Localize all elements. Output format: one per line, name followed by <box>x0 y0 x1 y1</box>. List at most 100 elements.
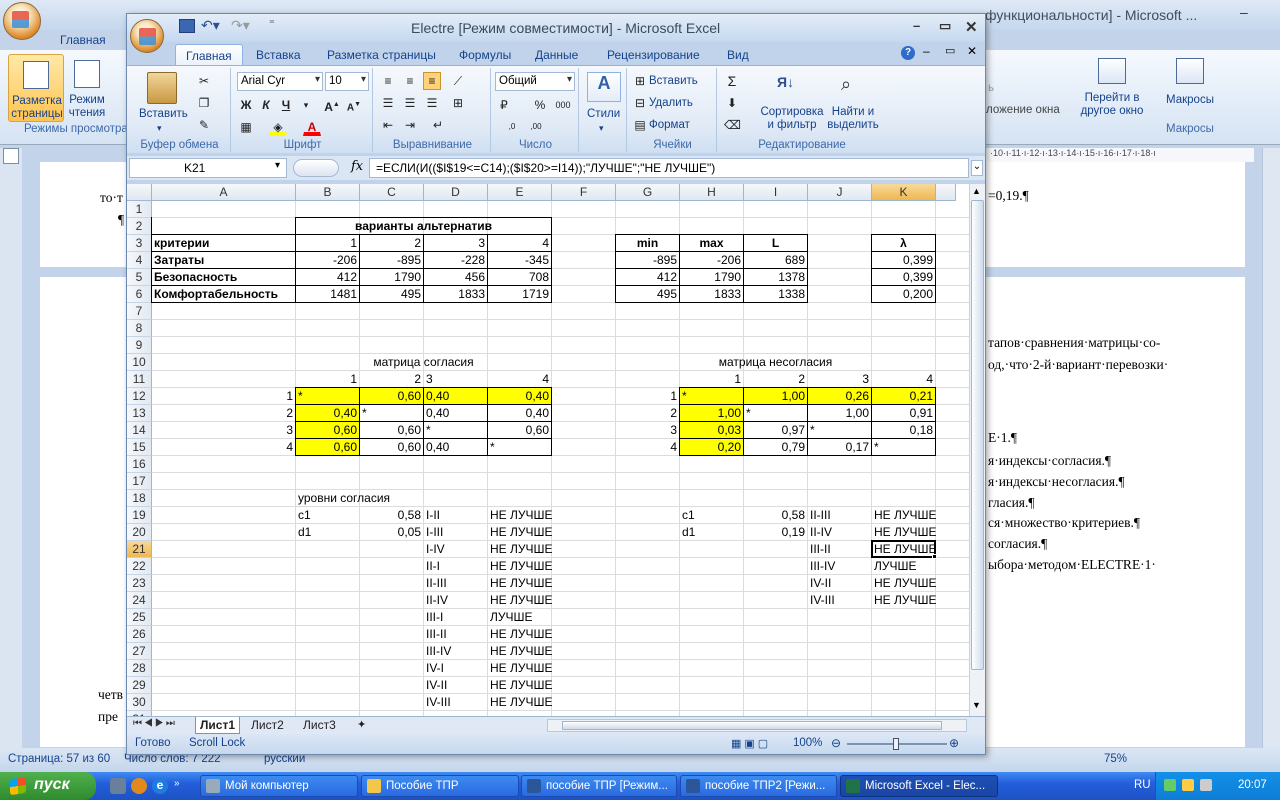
row-header[interactable]: 5 <box>127 269 152 286</box>
column-header[interactable]: G <box>616 184 680 201</box>
row-header[interactable]: 30 <box>127 694 152 711</box>
name-box[interactable]: K21 <box>129 158 287 178</box>
format-cells-icon[interactable]: ▤ <box>631 116 649 134</box>
cell-d30[interactable]: IV-III <box>424 694 487 711</box>
cell-e12[interactable]: 0,40 <box>488 388 551 405</box>
format-painter-icon[interactable]: ✎ <box>195 116 213 134</box>
qat-customize-icon[interactable]: ⁼ <box>269 17 275 30</box>
cell-a3[interactable]: критерии <box>152 235 295 252</box>
tab-view[interactable]: Вид <box>727 48 749 62</box>
maximize-icon[interactable]: ▭ <box>939 18 951 34</box>
cell-g13[interactable]: 2 <box>616 405 679 422</box>
task-word-doc-2[interactable]: пособие ТПР2 [Режи... <box>680 775 837 797</box>
cell-h5[interactable]: 1790 <box>680 269 743 286</box>
volume-icon[interactable] <box>1200 779 1212 791</box>
row-header[interactable]: 10 <box>127 354 152 371</box>
word-tab-home[interactable]: Главная <box>60 33 106 47</box>
task-excel[interactable]: Microsoft Excel - Elec... <box>840 775 998 797</box>
percent-icon[interactable]: % <box>531 96 549 114</box>
row-header[interactable]: 3 <box>127 235 152 252</box>
cell-i13[interactable]: * <box>744 405 807 422</box>
view-mode-icons[interactable]: ▦▣▢ <box>731 737 771 750</box>
cell-d15[interactable]: 0,40 <box>424 439 487 456</box>
merge-center-icon[interactable]: ⊞ <box>449 94 467 112</box>
styles-dropdown-icon[interactable]: ▾ <box>599 122 604 135</box>
cell-i5[interactable]: 1378 <box>744 269 807 286</box>
cell-d21[interactable]: I-IV <box>424 541 487 558</box>
cell-h6[interactable]: 1833 <box>680 286 743 303</box>
cell-i3[interactable]: L <box>744 235 807 252</box>
cell-e29[interactable]: НЕ ЛУЧШЕ <box>488 677 553 694</box>
cell-j11[interactable]: 3 <box>808 371 871 388</box>
cell-b6[interactable]: 1481 <box>296 286 359 303</box>
cell-j22[interactable]: III-IV <box>808 558 871 575</box>
increase-decimal-icon[interactable]: ,0 <box>503 118 521 136</box>
cell-e6[interactable]: 1719 <box>488 286 551 303</box>
shrink-font-icon[interactable]: A▼ <box>345 96 363 114</box>
align-center-icon[interactable]: ☰ <box>401 94 419 112</box>
cell-c3[interactable]: 2 <box>360 235 423 252</box>
formula-input[interactable]: =ЕСЛИ(И(($I$19<=C14);($I$20>=I14));"ЛУЧШ… <box>369 158 969 178</box>
cell-c20[interactable]: 0,05 <box>360 524 423 541</box>
cell-e30[interactable]: НЕ ЛУЧШЕ <box>488 694 553 711</box>
cell-i14[interactable]: 0,97 <box>744 422 807 439</box>
align-bottom-icon[interactable]: ≡ <box>423 72 441 90</box>
row-header[interactable]: 9 <box>127 337 152 354</box>
macros-button[interactable]: Макросы <box>1160 52 1220 122</box>
start-button[interactable]: пуск <box>0 772 96 800</box>
cell-d3[interactable]: 3 <box>424 235 487 252</box>
row-header[interactable]: 23 <box>127 575 152 592</box>
row-header[interactable]: 14 <box>127 422 152 439</box>
cell-d11[interactable]: 3 <box>424 371 487 388</box>
cell-b5[interactable]: 412 <box>296 269 359 286</box>
cell-h12[interactable]: * <box>680 388 743 405</box>
clear-icon[interactable]: ⌫ <box>723 116 741 134</box>
tab-formulas[interactable]: Формулы <box>459 48 511 62</box>
h-scroll-thumb[interactable] <box>562 721 942 730</box>
cell-c15[interactable]: 0,60 <box>360 439 423 456</box>
cell-d28[interactable]: IV-I <box>424 660 487 677</box>
minimize-icon[interactable]: – <box>913 18 920 33</box>
cell-i10[interactable]: матрица несогласия <box>616 354 935 371</box>
cell-d5[interactable]: 456 <box>424 269 487 286</box>
cell-b19[interactable]: c1 <box>296 507 359 524</box>
row-header[interactable]: 18 <box>127 490 152 507</box>
cell-j24[interactable]: IV-III <box>808 592 871 609</box>
ie-icon[interactable]: e <box>152 778 168 794</box>
cell-e21[interactable]: НЕ ЛУЧШЕ <box>488 541 553 558</box>
cell-c12[interactable]: 0,60 <box>360 388 423 405</box>
cell-k4[interactable]: 0,399 <box>872 252 935 269</box>
row-header[interactable]: 15 <box>127 439 152 456</box>
row-header[interactable]: 6 <box>127 286 152 303</box>
cell-c11[interactable]: 2 <box>360 371 423 388</box>
row-header[interactable]: 17 <box>127 473 152 490</box>
decrease-decimal-icon[interactable]: ,00 <box>527 118 545 136</box>
bold-button[interactable]: Ж <box>237 96 255 114</box>
word-minimize-icon[interactable]: – <box>1240 4 1248 20</box>
cell-k24[interactable]: НЕ ЛУЧШЕ <box>872 592 937 609</box>
cell-d23[interactable]: II-III <box>424 575 487 592</box>
word-office-button[interactable] <box>3 2 41 40</box>
styles-button[interactable]: Стили <box>587 108 620 121</box>
copy-icon[interactable]: ❐ <box>195 94 213 112</box>
cell-h15[interactable]: 0,20 <box>680 439 743 456</box>
cell-k3[interactable]: λ <box>872 235 935 252</box>
cell-k23[interactable]: НЕ ЛУЧШЕ <box>872 575 937 592</box>
cell-k14[interactable]: 0,18 <box>872 422 935 439</box>
insert-function-icon[interactable]: fx <box>351 159 363 174</box>
wrap-text-icon[interactable]: ↵ <box>429 116 447 134</box>
cell-i20[interactable]: 0,19 <box>744 524 807 541</box>
cell-e27[interactable]: НЕ ЛУЧШЕ <box>488 643 553 660</box>
cell-b11[interactable]: 1 <box>296 371 359 388</box>
cell-i4[interactable]: 689 <box>744 252 807 269</box>
clock[interactable]: 20:07 <box>1238 779 1267 791</box>
cell-b4[interactable]: -206 <box>296 252 359 269</box>
cell-e19[interactable]: НЕ ЛУЧШЕ <box>488 507 553 524</box>
cell-k6[interactable]: 0,200 <box>872 286 935 303</box>
close-icon[interactable]: ✕ <box>965 18 978 36</box>
cell-g6[interactable]: 495 <box>616 286 679 303</box>
font-name-select[interactable]: Arial Cyr <box>237 72 323 91</box>
cell-a12[interactable]: 1 <box>152 388 295 405</box>
cell-b20[interactable]: d1 <box>296 524 359 541</box>
row-header[interactable]: 4 <box>127 252 152 269</box>
